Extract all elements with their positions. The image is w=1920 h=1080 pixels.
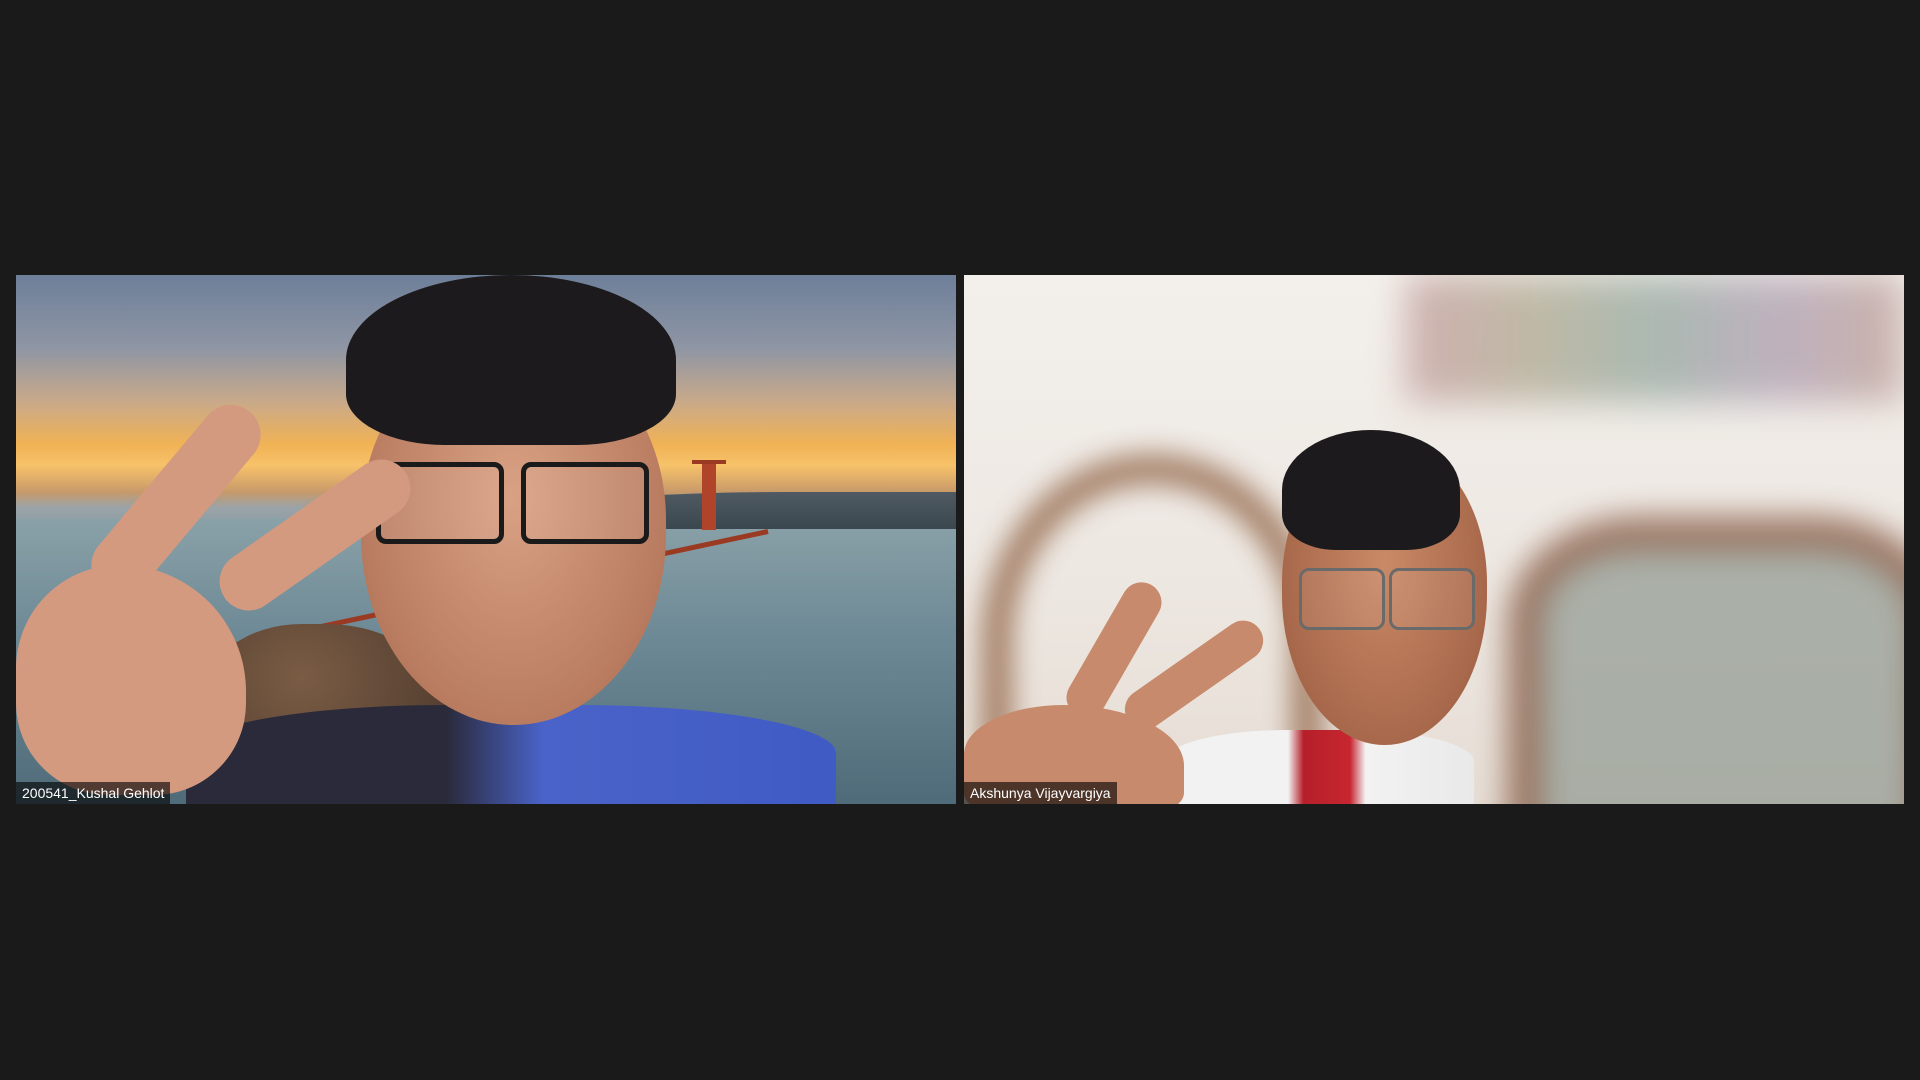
- participant-video-person: [964, 275, 1904, 804]
- video-tile-participant-1[interactable]: 200541_Kushal Gehlot: [16, 275, 956, 804]
- shirt: [1164, 730, 1474, 804]
- participant-name-label: 200541_Kushal Gehlot: [16, 782, 171, 804]
- hair: [346, 275, 676, 445]
- video-tile-participant-2[interactable]: Akshunya Vijayvargiya: [964, 275, 1904, 804]
- hair: [1282, 430, 1460, 550]
- participant-name-label: Akshunya Vijayvargiya: [964, 782, 1117, 804]
- participant-video-person: [16, 275, 956, 804]
- glasses-right-lens: [521, 462, 649, 544]
- glasses-right-lens: [1389, 568, 1475, 630]
- glasses-left-lens: [1299, 568, 1385, 630]
- peace-sign-hand: [16, 565, 246, 795]
- meeting-gallery-view: 200541_Kushal Gehlot Akshunya Vijayvargi…: [0, 0, 1920, 1080]
